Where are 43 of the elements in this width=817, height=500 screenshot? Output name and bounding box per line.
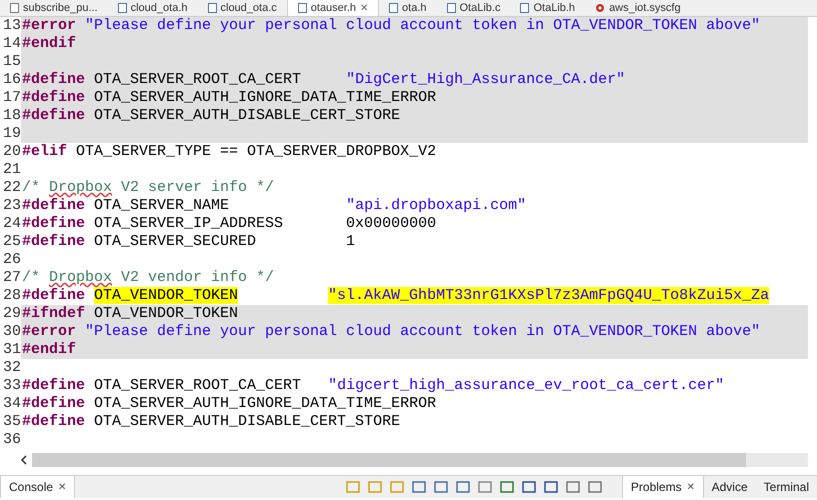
editor-tab[interactable]: subscribe_pu...	[0, 0, 108, 16]
toolbar-icon[interactable]	[478, 481, 492, 493]
toolbar-icon[interactable]	[588, 481, 602, 493]
file-icon	[118, 3, 127, 13]
file-icon	[520, 3, 530, 13]
editor-tab[interactable]: aws_iot.syscfg	[585, 0, 691, 16]
horizontal-scrollbar[interactable]	[32, 453, 808, 467]
file-icon	[10, 3, 19, 13]
editor-tab[interactable]: OtaLib.h	[510, 0, 586, 16]
editor-tab[interactable]: OtaLib.c	[436, 0, 510, 16]
code-line: #define OTA_SERVER_AUTH_IGNORE_DATA_TIME_ERROR	[21, 395, 438, 413]
toolbar-icon[interactable]	[500, 481, 514, 493]
editor-tab[interactable]: otauser.h ✕	[286, 0, 380, 16]
panel-tab[interactable]: Problems ✕	[622, 476, 704, 498]
toolbar-icon[interactable]	[412, 481, 426, 493]
close-icon[interactable]: ✕	[58, 481, 66, 493]
toolbar-icon[interactable]	[434, 481, 448, 493]
close-icon[interactable]: ✕	[360, 2, 368, 14]
code-line: #define OTA_SERVER_ROOT_CA_CERT "digcert_high_assurance_ev_root_ca_cert.cer"	[21, 377, 726, 395]
toolbar-icon[interactable]	[544, 481, 558, 493]
code-line: #elif OTA_SERVER_TYPE == OTA_SERVER_DROPBOX_V2	[21, 143, 438, 161]
code-line: #define OTA_VENDOR_TOKEN "sl.AkAW_GhbMT33nrG1KXsPl7z3AmFpGQ4U_To8kZui5x_Za	[21, 287, 770, 305]
panel-tab[interactable]: Advice	[704, 476, 756, 498]
code-line: /* Dropbox V2 vendor info */	[21, 269, 276, 287]
file-icon	[446, 3, 456, 13]
file-icon	[298, 3, 307, 13]
toolbar-icon[interactable]	[522, 481, 536, 493]
scroll-left-icon[interactable]	[20, 455, 28, 465]
code-line: #define OTA_SERVER_IP_ADDRESS 0x00000000	[21, 215, 438, 233]
editor-tab[interactable]: cloud_ota.h	[108, 0, 198, 16]
code-line: #define OTA_SERVER_AUTH_DISABLE_CERT_STORE	[21, 413, 402, 431]
editor-tab[interactable]: ota.h	[379, 0, 436, 16]
file-icon	[208, 3, 216, 13]
code-line: /* Dropbox V2 server info */	[21, 179, 276, 197]
editor-tab[interactable]: cloud_ota.c	[198, 0, 287, 16]
panel-tab[interactable]: Terminal	[756, 476, 817, 498]
code-line: #define OTA_SERVER_NAME "api.dropboxapi.com"	[21, 197, 528, 215]
toolbar-icon[interactable]	[456, 481, 470, 493]
code-line: #define OTA_SERVER_SECURED 1	[21, 233, 356, 251]
panel-tab[interactable]: Console ✕	[0, 476, 76, 498]
toolbar-icon[interactable]	[566, 481, 580, 493]
file-icon	[389, 3, 398, 13]
close-icon[interactable]: ✕	[686, 481, 695, 493]
